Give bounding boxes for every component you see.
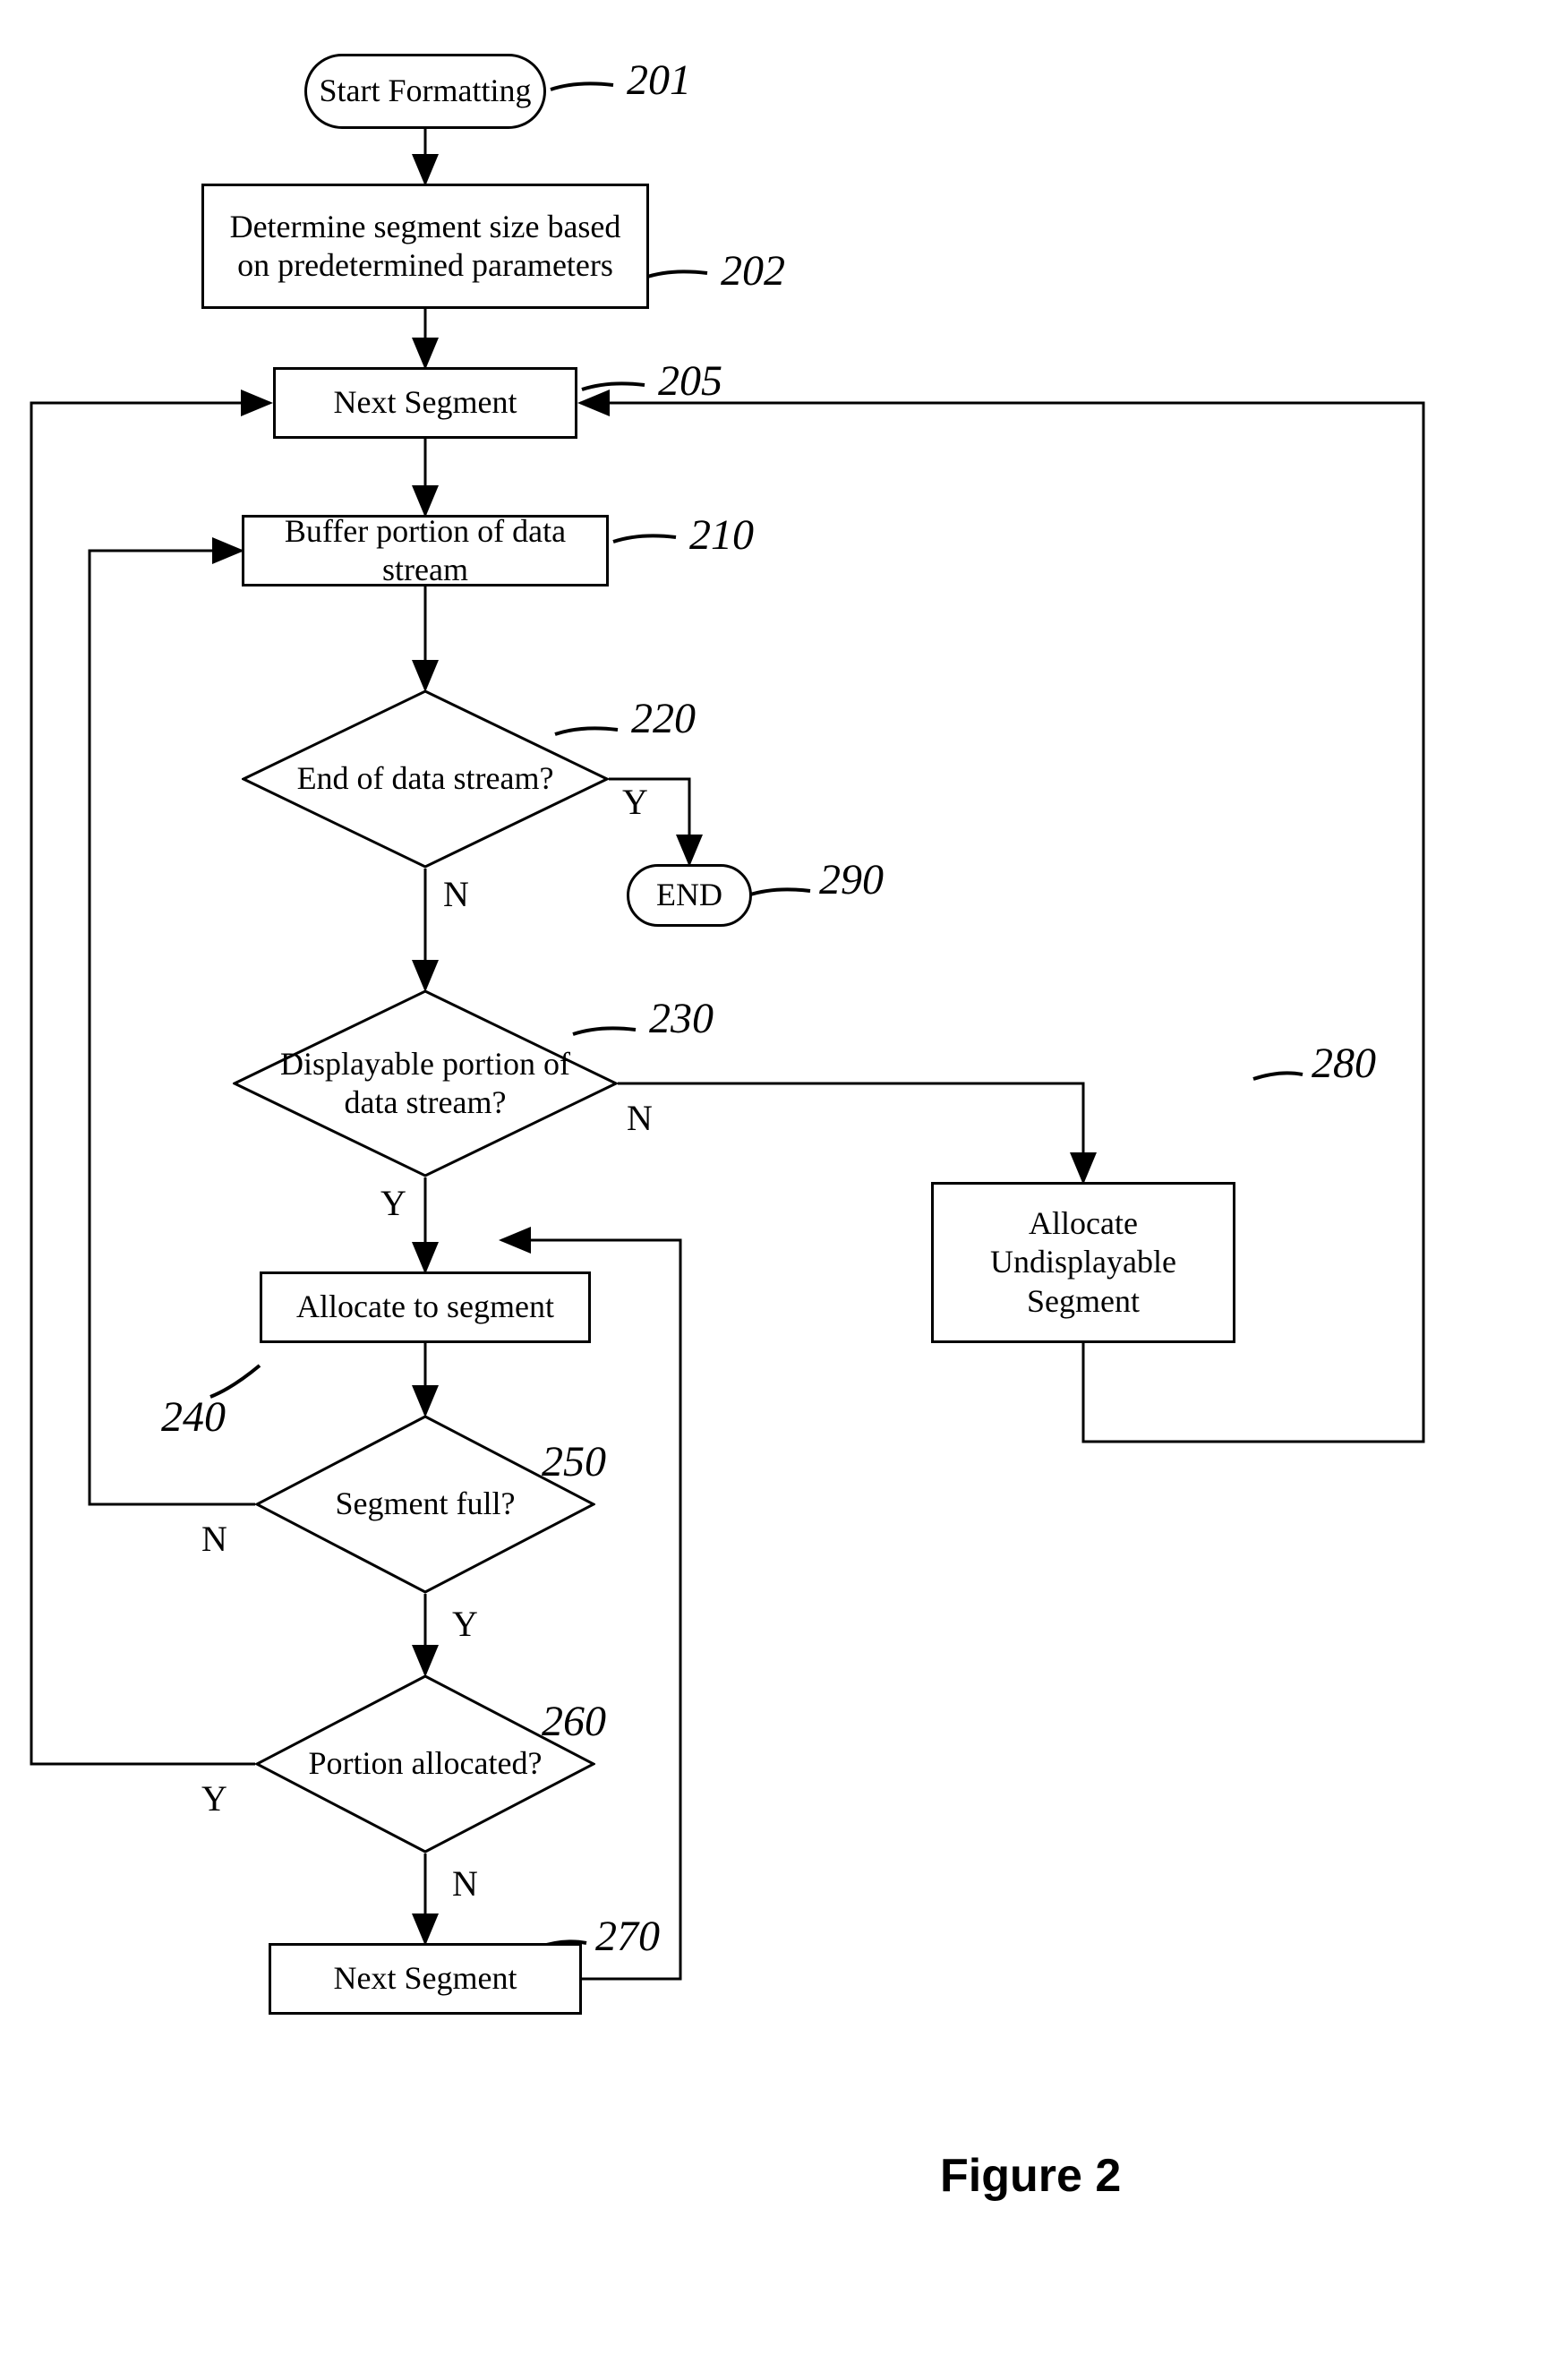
ref-201: 201 xyxy=(627,56,691,105)
edge-label-260-n: N xyxy=(452,1862,478,1905)
allocate-to-segment-process: Allocate to segment xyxy=(260,1271,591,1343)
edge-label-220-n: N xyxy=(443,873,469,915)
portion-allocated-label: Portion allocated? xyxy=(309,1744,543,1783)
determine-segment-size-process: Determine segment size based on predeter… xyxy=(201,184,649,309)
edge-label-220-y: Y xyxy=(622,781,648,823)
start-label: Start Formatting xyxy=(320,72,532,110)
next-segment-205-label: Next Segment xyxy=(334,383,517,422)
buffer-portion-label: Buffer portion of data stream xyxy=(255,512,595,589)
next-segment-270-label: Next Segment xyxy=(334,1959,517,1998)
end-label: END xyxy=(656,876,722,914)
figure-title: Figure 2 xyxy=(940,2149,1121,2203)
ref-202: 202 xyxy=(721,246,785,295)
ref-260: 260 xyxy=(542,1697,606,1746)
edge-label-230-n: N xyxy=(627,1097,653,1139)
end-of-stream-decision: End of data stream? xyxy=(242,689,609,869)
edge-label-250-y: Y xyxy=(452,1603,478,1645)
ref-205: 205 xyxy=(658,356,722,406)
ref-290: 290 xyxy=(819,855,884,904)
end-terminator: END xyxy=(627,864,752,927)
displayable-label: Displayable portion of data stream? xyxy=(278,1045,573,1122)
determine-segment-size-label: Determine segment size based on predeter… xyxy=(215,208,636,285)
allocate-to-segment-label: Allocate to segment xyxy=(296,1288,554,1326)
next-segment-process-270: Next Segment xyxy=(269,1943,582,2015)
buffer-portion-process: Buffer portion of data stream xyxy=(242,515,609,586)
end-of-stream-label: End of data stream? xyxy=(297,759,554,798)
ref-240: 240 xyxy=(161,1392,226,1442)
ref-250: 250 xyxy=(542,1437,606,1486)
displayable-decision: Displayable portion of data stream? xyxy=(233,989,618,1177)
edge-label-250-n: N xyxy=(201,1518,227,1560)
next-segment-process-205: Next Segment xyxy=(273,367,577,439)
edge-label-230-y: Y xyxy=(380,1182,406,1224)
segment-full-label: Segment full? xyxy=(336,1485,516,1523)
ref-220: 220 xyxy=(631,694,696,743)
start-terminator: Start Formatting xyxy=(304,54,546,129)
ref-280: 280 xyxy=(1312,1039,1376,1088)
allocate-undisplayable-label: Allocate Undisplayable Segment xyxy=(944,1204,1222,1321)
ref-230: 230 xyxy=(649,994,714,1043)
ref-210: 210 xyxy=(689,510,754,560)
ref-270: 270 xyxy=(595,1912,660,1961)
connectors-layer xyxy=(0,0,1547,2380)
edge-label-260-y: Y xyxy=(201,1777,227,1819)
allocate-undisplayable-segment-process: Allocate Undisplayable Segment xyxy=(931,1182,1235,1343)
